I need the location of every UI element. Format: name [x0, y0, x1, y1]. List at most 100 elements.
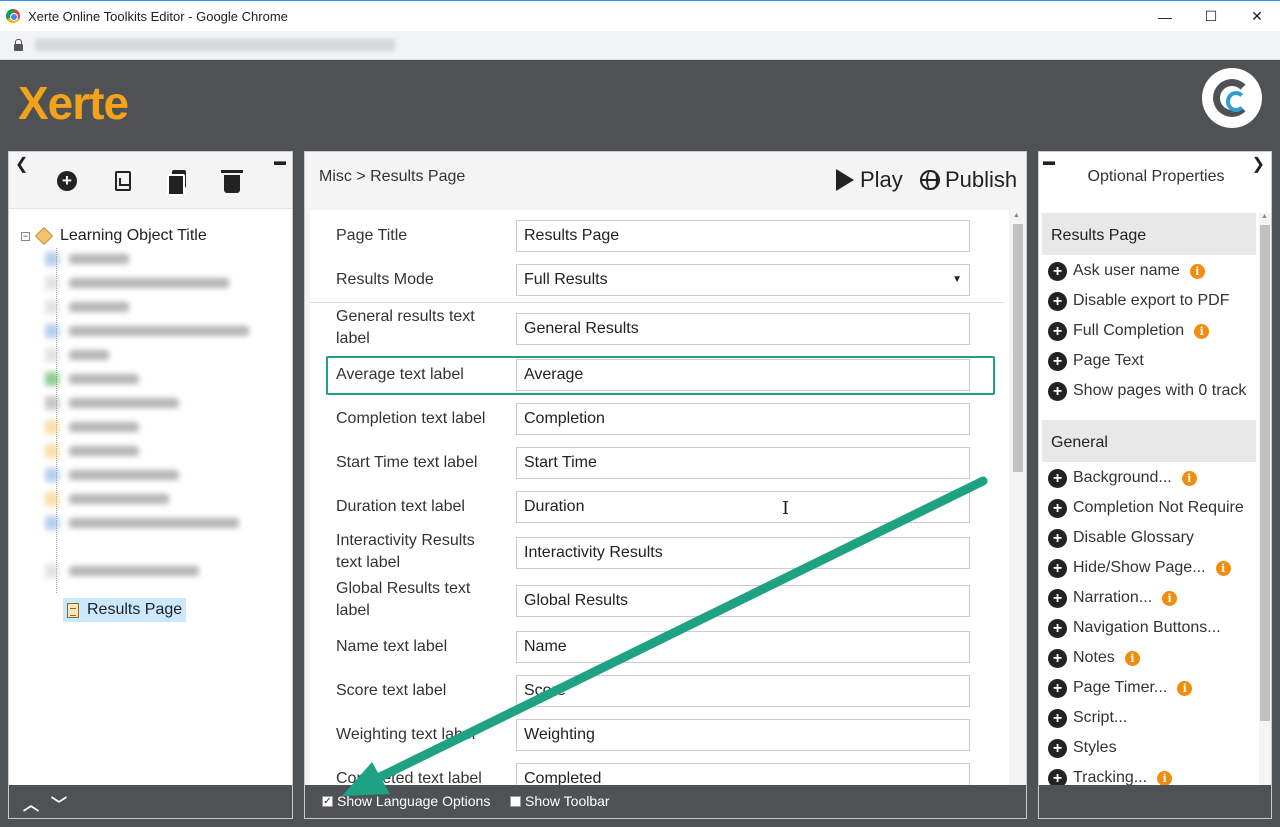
tree-node-blurred[interactable]	[45, 273, 229, 293]
weighting-input[interactable]: Weighting	[516, 719, 970, 751]
field-label: Weighting text label	[336, 726, 476, 743]
add-option-icon: +	[1048, 498, 1067, 518]
option-label: Completion Not Require	[1073, 499, 1244, 516]
interactivity-results-input[interactable]: Interactivity Results	[516, 537, 970, 569]
option-tracking[interactable]: + Tracking... i	[1048, 767, 1173, 787]
tree-node-blurred[interactable]	[45, 297, 129, 317]
tree-node-blurred[interactable]	[45, 321, 249, 341]
option-page-timer[interactable]: + Page Timer... i	[1048, 677, 1193, 699]
brand-logo-icon[interactable]	[1202, 68, 1262, 128]
option-ask-user-name[interactable]: + Ask user name i	[1048, 260, 1205, 282]
option-notes[interactable]: + Notes i	[1048, 647, 1140, 669]
duplicate-button[interactable]	[166, 169, 188, 196]
scrollbar-thumb[interactable]	[1013, 224, 1023, 472]
duration-input[interactable]: Duration	[516, 491, 970, 523]
name-input[interactable]: Name	[516, 631, 970, 663]
option-label: Page Text	[1073, 352, 1144, 369]
option-disable-export-pdf[interactable]: + Disable export to PDF	[1048, 290, 1230, 312]
tree-root[interactable]: − Learning Object Title	[21, 224, 207, 248]
option-hide-show-page[interactable]: + Hide/Show Page... i	[1048, 557, 1231, 579]
delete-button[interactable]	[221, 169, 243, 193]
option-label: Page Timer...	[1073, 679, 1168, 696]
divider	[310, 302, 1004, 303]
tree-node-blurred[interactable]	[45, 369, 139, 389]
option-label: Narration...	[1073, 589, 1153, 606]
results-mode-select[interactable]: Full Results ▼	[516, 264, 970, 296]
option-label: Notes	[1073, 649, 1115, 666]
tree-node-blurred[interactable]	[45, 249, 129, 269]
options-scrollbar[interactable]: ▲	[1259, 213, 1271, 787]
move-down-icon[interactable]: ﹀	[51, 791, 67, 815]
tree-node-blurred[interactable]	[45, 345, 109, 365]
tree-node-blurred[interactable]	[45, 489, 169, 509]
move-up-icon[interactable]: ︿	[23, 791, 39, 815]
info-icon[interactable]: i	[1215, 560, 1231, 576]
field-label: Score text label	[336, 682, 447, 699]
minimize-button[interactable]: —	[1142, 1, 1188, 32]
tree-node-blurred[interactable]	[45, 417, 139, 437]
option-narration[interactable]: + Narration... i	[1048, 587, 1178, 609]
score-input[interactable]: Score	[516, 675, 970, 707]
tree-node-blurred[interactable]	[45, 393, 179, 413]
close-button[interactable]: ✕	[1234, 1, 1280, 32]
start-time-input[interactable]: Start Time	[516, 447, 970, 479]
option-disable-glossary[interactable]: + Disable Glossary	[1048, 527, 1194, 549]
option-full-completion[interactable]: + Full Completion i	[1048, 320, 1210, 342]
plus-circle-icon: +	[57, 171, 77, 191]
info-icon[interactable]: i	[1157, 770, 1173, 786]
scrollbar-thumb[interactable]	[1260, 225, 1270, 721]
tree-node-results-page[interactable]: Results Page	[63, 598, 187, 622]
info-icon[interactable]: i	[1189, 263, 1205, 279]
option-show-pages-zero-track[interactable]: + Show pages with 0 track	[1048, 380, 1246, 402]
info-icon[interactable]: i	[1177, 680, 1193, 696]
global-results-input[interactable]: Global Results	[516, 585, 970, 617]
tree-node-blurred[interactable]	[45, 441, 139, 461]
lock-icon	[14, 38, 23, 51]
insert-page-button[interactable]	[112, 169, 134, 193]
option-page-text[interactable]: + Page Text	[1048, 350, 1144, 372]
trash-icon	[221, 170, 243, 193]
completed-input[interactable]: Completed	[516, 763, 970, 787]
collapse-left-icon[interactable]: ❮	[15, 154, 28, 174]
publish-label: Publish	[945, 167, 1018, 192]
tree-node-blurred[interactable]	[45, 561, 199, 581]
tree-node-blurred[interactable]	[45, 513, 239, 533]
field-label: Completion text label	[336, 410, 486, 427]
publish-button[interactable]: Publish	[920, 167, 1017, 193]
optional-properties-list: Results Page + Ask user name i + Disable ex…	[1042, 213, 1256, 787]
maximize-button[interactable]: ☐	[1188, 1, 1234, 32]
text-cursor-icon: I	[782, 498, 790, 519]
form-scrollbar[interactable]: ▲	[1011, 210, 1023, 787]
option-styles[interactable]: + Styles	[1048, 737, 1117, 759]
page-title-input[interactable]: Results Page	[516, 220, 970, 252]
address-bar[interactable]	[0, 31, 1280, 60]
field-label: Start Time text label	[336, 454, 478, 471]
option-navigation-buttons[interactable]: + Navigation Buttons...	[1048, 617, 1221, 639]
show-toolbar-checkbox[interactable]: Show Toolbar	[510, 793, 610, 809]
breadcrumb: Misc > Results Page	[319, 168, 466, 185]
add-option-icon: +	[1048, 738, 1067, 758]
add-option-icon: +	[1048, 381, 1067, 401]
option-background[interactable]: + Background... i	[1048, 467, 1197, 489]
option-label: Hide/Show Page...	[1073, 559, 1206, 576]
add-page-button[interactable]: +	[56, 169, 78, 193]
show-language-options-checkbox[interactable]: ✓ Show Language Options	[322, 793, 490, 809]
tree-expander[interactable]: −	[21, 231, 30, 241]
play-button[interactable]: Play	[836, 167, 903, 193]
completion-input[interactable]: Completion	[516, 403, 970, 435]
info-icon[interactable]: i	[1124, 650, 1140, 666]
add-option-icon: +	[1048, 648, 1067, 668]
pin-icon[interactable]: ▬	[1043, 154, 1055, 168]
group-header-general: General	[1042, 420, 1256, 462]
general-results-input[interactable]: General Results	[516, 313, 970, 345]
pin-icon[interactable]: ▬	[274, 154, 286, 168]
info-icon[interactable]: i	[1181, 470, 1197, 486]
option-completion-not-required[interactable]: + Completion Not Require	[1048, 497, 1244, 519]
field-label: General results text label	[336, 308, 475, 347]
option-label: Ask user name	[1073, 262, 1180, 279]
info-icon[interactable]: i	[1162, 590, 1178, 606]
option-script[interactable]: + Script...	[1048, 707, 1127, 729]
info-icon[interactable]: i	[1194, 323, 1210, 339]
tree-node-blurred[interactable]	[45, 465, 179, 485]
properties-form: Page Title Results Page Results Mode Ful…	[310, 210, 1009, 787]
